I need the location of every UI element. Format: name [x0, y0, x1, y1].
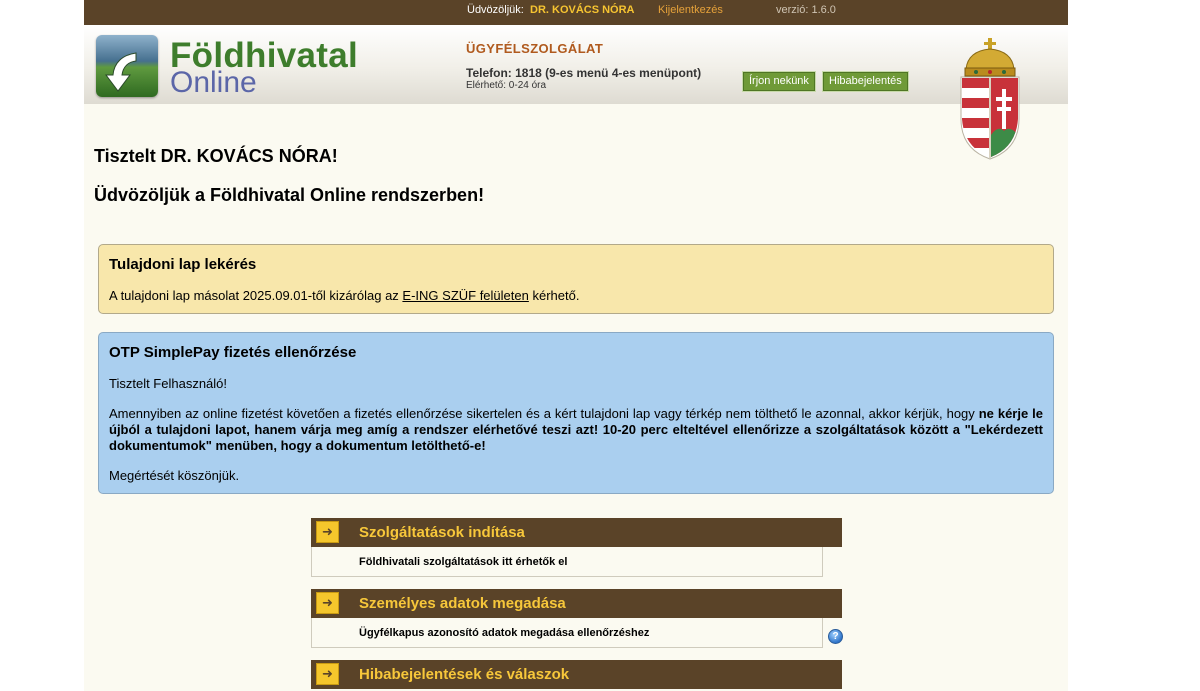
e-ing-link[interactable]: E-ING SZÜF felületen: [402, 288, 528, 303]
menu-item-services: ➜ Szolgáltatások indítása Földhivatali s…: [311, 518, 842, 577]
page: Üdvözöljük: DR. KOVÁCS NÓRA Kijelentkezé…: [84, 0, 1068, 691]
service-phone: Telefon: 1818 (9-es menü 4-es menüpont): [466, 66, 702, 80]
menu-title: Szolgáltatások indítása: [359, 524, 525, 541]
greeting-name: Tisztelt DR. KOVÁCS NÓRA!: [94, 146, 338, 166]
hungarian-coat-of-arms-icon: [960, 38, 1020, 160]
arrow-right-icon: ➜: [316, 521, 339, 543]
menu-header-services[interactable]: ➜ Szolgáltatások indítása: [311, 518, 842, 547]
notice-body: Amennyiben az online fizetést követően a…: [109, 406, 1043, 453]
menu-title: Hibabejelentések és válaszok: [359, 666, 570, 683]
notice-closing: Megértését köszönjük.: [109, 468, 240, 483]
welcome-label: Üdvözöljük:: [467, 4, 524, 16]
top-bar: Üdvözöljük: DR. KOVÁCS NÓRA Kijelentkezé…: [84, 0, 1068, 25]
property-sheet-notice: Tulajdoni lap lekérés A tulajdoni lap má…: [98, 244, 1054, 314]
payment-check-notice: OTP SimplePay fizetés ellenőrzése Tiszte…: [98, 332, 1054, 494]
menu-item-personal-data: ➜ Személyes adatok megadása Ügyfélkapus …: [311, 589, 842, 648]
menu-description: Földhivatali szolgáltatások itt érhetők …: [311, 547, 823, 577]
user-name: DR. KOVÁCS NÓRA: [530, 4, 635, 16]
version-label: verzió: 1.6.0: [776, 4, 836, 16]
logout-link[interactable]: Kijelentkezés: [658, 4, 723, 16]
customer-service-title: ÜGYFÉLSZOLGÁLAT: [466, 41, 604, 56]
greeting-welcome: Üdvözöljük a Földhivatal Online rendszer…: [94, 185, 485, 205]
menu-item-bug-reports: ➜ Hibabejelentések és válaszok: [311, 660, 842, 689]
menu-header-personal-data[interactable]: ➜ Személyes adatok megadása: [311, 589, 842, 618]
arrow-right-icon: ➜: [316, 592, 339, 614]
logo-download-icon[interactable]: [96, 35, 158, 97]
bug-report-button[interactable]: Hibabejelentés: [823, 72, 908, 91]
menu-header-bug-reports[interactable]: ➜ Hibabejelentések és válaszok: [311, 660, 842, 689]
write-us-button[interactable]: Írjon nekünk: [743, 72, 815, 91]
menu-title: Személyes adatok megadása: [359, 595, 566, 612]
notice-title: OTP SimplePay fizetés ellenőrzése: [109, 344, 357, 361]
help-icon[interactable]: ?: [828, 629, 843, 644]
menu-description: Ügyfélkapus azonosító adatok megadása el…: [311, 618, 823, 648]
notice-salutation: Tisztelt Felhasználó!: [109, 376, 228, 391]
arrow-right-icon: ➜: [316, 663, 339, 685]
logo-subtitle: Online: [170, 66, 257, 99]
header: Földhivatal Online ÜGYFÉLSZOLGÁLAT Telef…: [84, 25, 1068, 104]
service-availability: Elérhető: 0-24 óra: [466, 80, 547, 91]
notice-title: Tulajdoni lap lekérés: [109, 256, 257, 273]
notice-text: A tulajdoni lap másolat 2025.09.01-től k…: [109, 288, 580, 303]
